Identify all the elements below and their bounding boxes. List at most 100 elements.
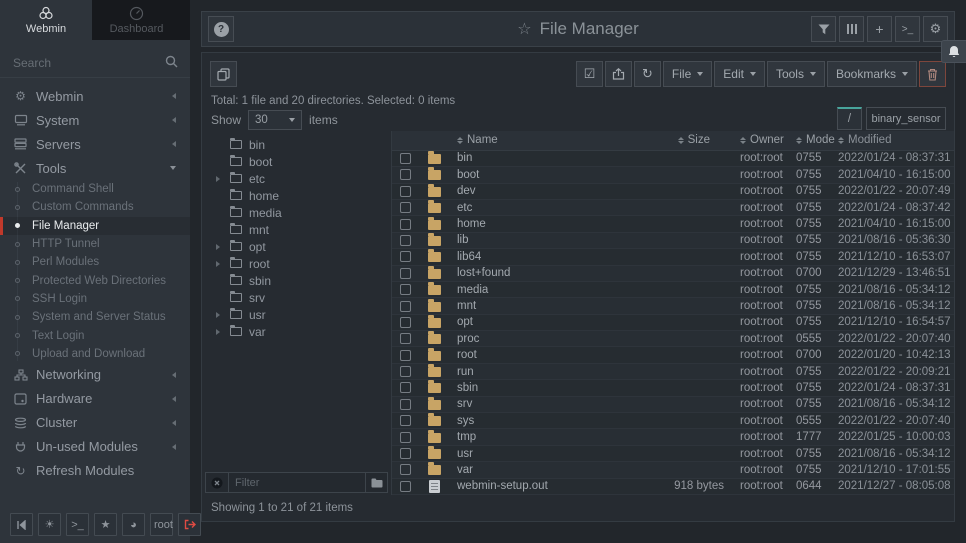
table-row[interactable]: var root:root 0755 2021/12/10 - 17:01:55 — [392, 462, 954, 478]
row-checkbox[interactable] — [400, 415, 411, 426]
row-checkbox[interactable] — [400, 464, 411, 475]
path-input[interactable] — [866, 107, 946, 130]
sidebar-item-perl-modules[interactable]: Perl Modules — [0, 253, 190, 271]
row-checkbox[interactable] — [400, 284, 411, 295]
expand-caret-icon[interactable] — [216, 329, 226, 335]
row-checkbox[interactable] — [400, 432, 411, 443]
user-button[interactable]: root — [150, 513, 173, 536]
tab-webmin[interactable]: Webmin — [0, 0, 92, 40]
row-checkbox[interactable] — [400, 333, 411, 344]
tree-item-srv[interactable]: srv — [202, 289, 391, 306]
tree-item-opt[interactable]: opt — [202, 238, 391, 255]
table-row[interactable]: tmp root:root 1777 2022/01/25 - 10:00:03 — [392, 429, 954, 445]
table-row[interactable]: boot root:root 0755 2021/04/10 - 16:15:0… — [392, 167, 954, 183]
tree-item-var[interactable]: var — [202, 323, 391, 340]
tree-folder-button[interactable] — [365, 473, 387, 492]
sidebar-item-webmin[interactable]: ⚙ Webmin — [0, 84, 190, 108]
tree-item-boot[interactable]: boot — [202, 153, 391, 170]
table-row[interactable]: sys root:root 0555 2022/01/22 - 20:07:40 — [392, 413, 954, 429]
tree-item-bin[interactable]: bin — [202, 136, 391, 153]
sidebar-item-refresh-modules[interactable]: ↻ Refresh Modules — [0, 459, 190, 483]
collapse-sidebar-button[interactable] — [10, 513, 33, 536]
row-checkbox[interactable] — [400, 251, 411, 262]
sidebar-item-servers[interactable]: Servers — [0, 132, 190, 156]
table-row[interactable]: webmin-setup.out 918 bytes root:root 064… — [392, 479, 954, 495]
tree-item-home[interactable]: home — [202, 187, 391, 204]
sidebar-item-ssh-login[interactable]: SSH Login — [0, 290, 190, 308]
refresh-button[interactable]: ↻ — [634, 61, 661, 87]
tree-item-etc[interactable]: etc — [202, 170, 391, 187]
row-checkbox[interactable] — [400, 481, 411, 492]
file-menu[interactable]: File — [663, 61, 712, 87]
expand-caret-icon[interactable] — [216, 261, 226, 267]
sidebar-item-tools[interactable]: Tools — [0, 156, 190, 180]
sidebar-item-unused-modules[interactable]: Un-used Modules — [0, 435, 190, 459]
tree-item-usr[interactable]: usr — [202, 306, 391, 323]
column-header-owner[interactable]: Owner — [724, 134, 786, 146]
sidebar-item-file-manager[interactable]: File Manager — [0, 217, 190, 235]
sidebar-item-custom-commands[interactable]: Custom Commands — [0, 198, 190, 216]
columns-button[interactable] — [839, 16, 864, 42]
tab-dashboard[interactable]: Dashboard — [92, 0, 181, 40]
expand-caret-icon[interactable] — [216, 244, 226, 250]
column-header-size[interactable]: Size — [628, 134, 724, 146]
trash-button[interactable] — [919, 61, 946, 87]
column-header-modified[interactable]: Modified — [832, 134, 954, 146]
column-header-name[interactable]: Name — [449, 134, 628, 146]
sidebar-item-text-login[interactable]: Text Login — [0, 326, 190, 344]
settings-button[interactable]: ⚙ — [923, 16, 948, 42]
table-row[interactable]: run root:root 0755 2022/01/22 - 20:09:21 — [392, 364, 954, 380]
row-checkbox[interactable] — [400, 366, 411, 377]
favorite-star-icon[interactable]: ☆ — [517, 21, 531, 38]
bookmarks-menu[interactable]: Bookmarks — [827, 61, 917, 87]
help-button[interactable]: ? — [208, 16, 234, 42]
row-checkbox[interactable] — [400, 317, 411, 328]
row-checkbox[interactable] — [400, 169, 411, 180]
expand-caret-icon[interactable] — [216, 176, 226, 182]
sidebar-item-hardware[interactable]: Hardware — [0, 387, 190, 411]
table-row[interactable]: lib64 root:root 0755 2021/12/10 - 16:53:… — [392, 249, 954, 265]
table-row[interactable]: usr root:root 0755 2021/08/16 - 05:34:12 — [392, 446, 954, 462]
sidebar-item-upload-and-download[interactable]: Upload and Download — [0, 345, 190, 363]
sidebar-item-http-tunnel[interactable]: HTTP Tunnel — [0, 235, 190, 253]
row-checkbox[interactable] — [400, 186, 411, 197]
tree-item-media[interactable]: media — [202, 204, 391, 221]
notifications-tab[interactable] — [941, 40, 966, 63]
table-row[interactable]: sbin root:root 0755 2022/01/24 - 08:37:3… — [392, 380, 954, 396]
add-bookmark-button[interactable]: + — [867, 16, 892, 42]
expand-caret-icon[interactable] — [216, 312, 226, 318]
column-header-mode[interactable]: Mode — [786, 134, 832, 146]
export-button[interactable] — [605, 61, 632, 87]
sidebar-item-system[interactable]: System — [0, 108, 190, 132]
tree-item-mnt[interactable]: mnt — [202, 221, 391, 238]
sidebar-item-command-shell[interactable]: Command Shell — [0, 180, 190, 198]
table-row[interactable]: lib root:root 0755 2021/08/16 - 05:36:30 — [392, 233, 954, 249]
row-checkbox[interactable] — [400, 382, 411, 393]
favorites-button[interactable]: ★ — [94, 513, 117, 536]
table-row[interactable]: root root:root 0700 2022/01/20 - 10:42:1… — [392, 347, 954, 363]
row-checkbox[interactable] — [400, 350, 411, 361]
table-row[interactable]: dev root:root 0755 2022/01/22 - 20:07:49 — [392, 184, 954, 200]
row-checkbox[interactable] — [400, 268, 411, 279]
select-all-button[interactable]: ☑ — [576, 61, 603, 87]
row-checkbox[interactable] — [400, 399, 411, 410]
table-row[interactable]: bin root:root 0755 2022/01/24 - 08:37:31 — [392, 151, 954, 167]
sidebar-item-protected-web-directories[interactable]: Protected Web Directories — [0, 271, 190, 289]
search-input[interactable] — [0, 48, 190, 77]
paste-buffer-button[interactable] — [210, 61, 237, 87]
tree-item-root[interactable]: root — [202, 255, 391, 272]
row-checkbox[interactable] — [400, 202, 411, 213]
table-row[interactable]: opt root:root 0755 2021/12/10 - 16:54:57 — [392, 315, 954, 331]
tree-filter-input[interactable] — [228, 473, 365, 492]
language-button[interactable]: ◕ — [122, 513, 145, 536]
tree-item-sbin[interactable]: sbin — [202, 272, 391, 289]
table-row[interactable]: home root:root 0755 2021/04/10 - 16:15:0… — [392, 216, 954, 232]
tools-menu[interactable]: Tools — [767, 61, 825, 87]
clear-filter-icon[interactable] — [211, 477, 223, 489]
page-size-select[interactable]: 30 — [248, 110, 302, 130]
filter-button[interactable] — [811, 16, 836, 42]
row-checkbox[interactable] — [400, 235, 411, 246]
terminal-button[interactable]: >_ — [66, 513, 89, 536]
table-row[interactable]: srv root:root 0755 2021/08/16 - 05:34:12 — [392, 397, 954, 413]
table-row[interactable]: etc root:root 0755 2022/01/24 - 08:37:42 — [392, 200, 954, 216]
